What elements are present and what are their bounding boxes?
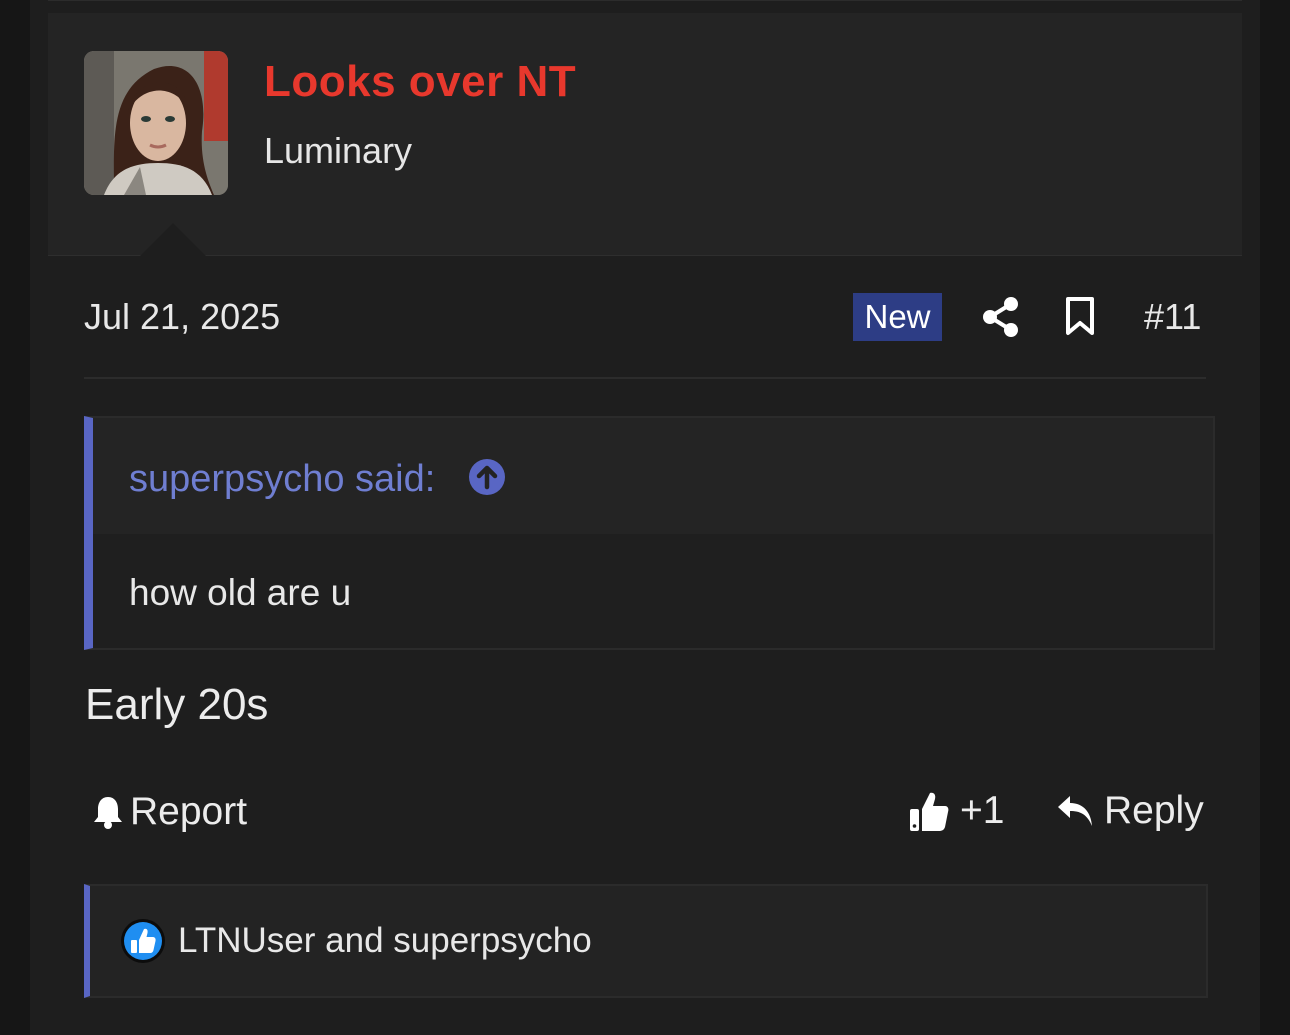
reply-arrow-icon [1058,796,1092,826]
bookmark-icon[interactable] [1065,296,1095,336]
reply-button[interactable]: Reply [1056,787,1204,835]
author-pointer-arrow [140,223,206,256]
avatar-image [84,51,228,195]
reactions-summary: LTNUser and superpsycho [84,884,1208,998]
post-body-text: Early 20s [85,680,269,729]
report-button[interactable]: Report [92,789,247,835]
top-divider [48,0,1242,1]
like-reaction-icon [121,919,165,963]
like-count: +1 [960,789,1005,832]
author-title: Luminary [264,130,413,171]
post-header-divider [84,377,1206,379]
author-username[interactable]: Looks over NT [264,57,576,107]
arrow-up-circle-icon[interactable] [468,458,506,496]
share-icon[interactable] [982,296,1020,338]
post-container: Looks over NT Luminary Jul 21, 2025 New … [30,0,1260,1035]
new-badge: New [853,293,942,341]
reactions-users[interactable]: LTNUser and superpsycho [178,921,592,961]
like-button[interactable]: +1 [908,787,1004,835]
quote-header: superpsycho said: [93,418,1213,534]
quote-block: superpsycho said: how old are u [84,416,1215,650]
bell-icon [94,797,122,829]
post-date[interactable]: Jul 21, 2025 [84,296,280,338]
post-author-block: Looks over NT Luminary [48,13,1242,256]
avatar[interactable] [84,51,228,195]
quote-author[interactable]: superpsycho said: [129,458,435,501]
reply-label: Reply [1104,789,1204,832]
thumbs-up-icon [910,792,949,831]
quote-body: how old are u [129,572,352,613]
report-label: Report [130,790,248,833]
post-number[interactable]: #11 [1144,296,1201,338]
